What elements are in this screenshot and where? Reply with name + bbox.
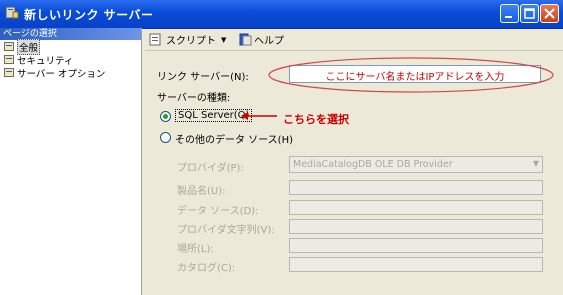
page-selector-panel: ページの選択 全般 セキュリティ サーバー オプション: [0, 28, 142, 295]
close-button[interactable]: [540, 4, 559, 23]
annotation-text: こちらを選択: [283, 113, 349, 126]
provider-select-value: MediaCatalogDB OLE DB Provider: [293, 159, 453, 170]
help-button[interactable]: ヘルプ: [239, 32, 284, 47]
sidebar-item-server-options[interactable]: サーバー オプション: [0, 66, 141, 80]
data-source-label: データ ソース(D):: [177, 206, 259, 217]
arrow-left-icon: [241, 112, 277, 120]
page-icon: [4, 68, 14, 77]
main-form: リンク サーバー(N): ここにサーバ名またはIPアドレスを入力 サーバーの種類…: [145, 50, 563, 295]
product-name-input[interactable]: [289, 180, 543, 195]
server-icon: [5, 6, 19, 19]
product-name-label: 製品名(U):: [177, 186, 226, 197]
sidebar-item-label: セキュリティ: [17, 55, 74, 67]
location-label: 場所(L):: [177, 244, 214, 255]
sidebar-item-general[interactable]: 全般: [0, 38, 141, 55]
help-label: ヘルプ: [254, 36, 284, 47]
location-input[interactable]: [289, 238, 543, 253]
sidebar-item-label: サーバー オプション: [17, 68, 106, 80]
minimize-button[interactable]: [500, 4, 519, 23]
highlight-ellipse: [268, 57, 554, 93]
page-icon: [4, 55, 14, 64]
script-button[interactable]: スクリプト ▼: [149, 32, 226, 47]
toolbar: スクリプト ▼ ヘルプ: [145, 28, 563, 51]
sidebar-item-security[interactable]: セキュリティ: [0, 53, 141, 67]
window-title: 新しいリンク サーバー: [24, 8, 154, 22]
maximize-icon: [524, 8, 535, 19]
chevron-down-icon: ▼: [221, 35, 227, 44]
script-icon: [149, 33, 161, 46]
data-source-input[interactable]: [289, 200, 543, 215]
title-bar[interactable]: 新しいリンク サーバー: [0, 0, 563, 29]
other-source-option-label[interactable]: その他のデータ ソース(H): [175, 131, 293, 146]
help-icon: [239, 33, 252, 46]
chevron-down-icon: ▼: [532, 159, 539, 168]
provider-label: プロバイダ(P):: [177, 163, 244, 174]
catalog-label: カタログ(C):: [177, 263, 236, 274]
minimize-icon: [505, 16, 512, 18]
provider-string-label: プロバイダ文字列(V):: [177, 225, 275, 236]
catalog-input[interactable]: [289, 257, 543, 272]
other-source-radio[interactable]: [160, 132, 171, 143]
close-icon: [544, 8, 555, 19]
server-type-label: サーバーの種類:: [157, 93, 231, 104]
provider-select[interactable]: MediaCatalogDB OLE DB Provider ▼: [289, 156, 543, 173]
script-label: スクリプト: [166, 36, 216, 47]
maximize-button[interactable]: [520, 4, 539, 23]
page-icon: [4, 42, 14, 51]
provider-string-input[interactable]: [289, 219, 543, 234]
linked-server-label: リンク サーバー(N):: [157, 72, 249, 83]
sql-server-radio[interactable]: [160, 111, 171, 122]
